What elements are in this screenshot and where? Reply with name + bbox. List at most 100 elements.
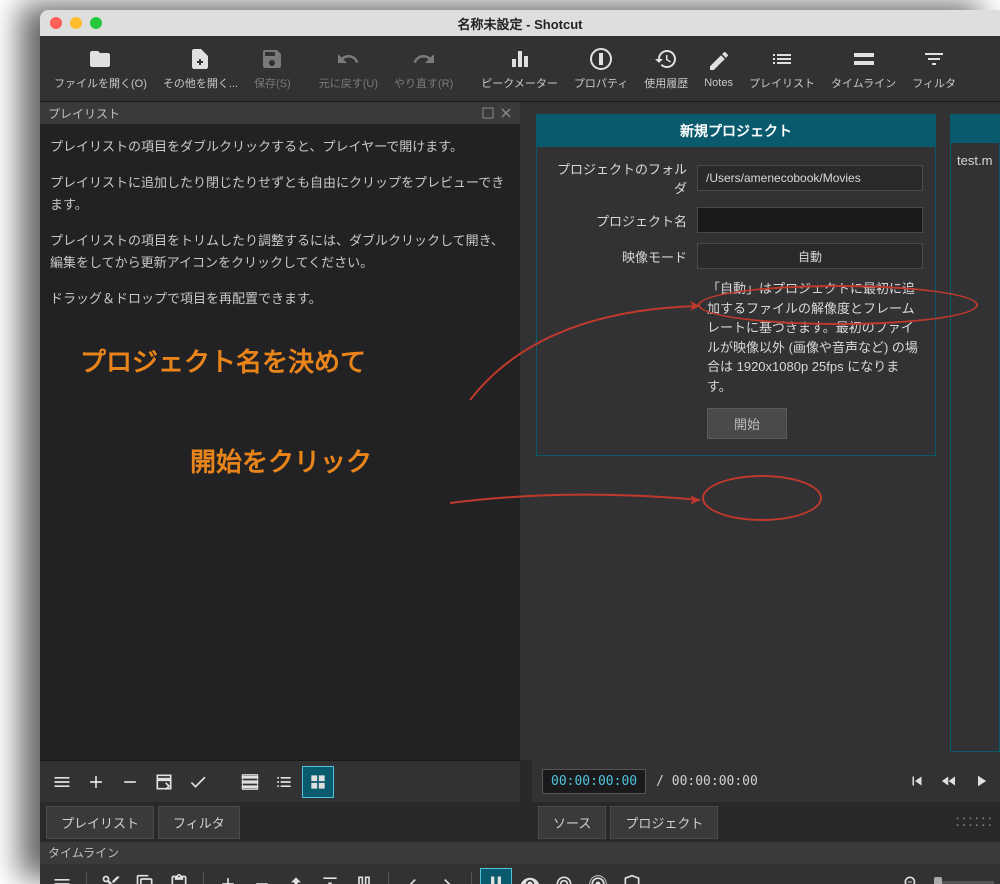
scrub-button[interactable] [514, 868, 546, 884]
annotation-text: プロジェクト名を決めて [80, 340, 366, 384]
toolbar-label: タイムライン [831, 75, 896, 91]
peak-meter-button[interactable]: ピークメーター [473, 43, 566, 95]
redo-button[interactable]: やり直す(R) [386, 43, 461, 95]
history-button[interactable]: 使用履歴 [636, 43, 696, 95]
skip-start-icon[interactable] [908, 772, 926, 790]
toolbar-label: Notes [704, 77, 733, 89]
view-list-button[interactable] [268, 766, 300, 798]
lift-button[interactable] [280, 868, 312, 884]
ripple-button[interactable] [548, 868, 580, 884]
window-title: 名称未設定 - Shotcut [458, 14, 583, 33]
annotation-ellipse [698, 285, 978, 325]
folder-open-icon [88, 47, 112, 71]
paste-button[interactable] [163, 868, 195, 884]
next-marker-button[interactable] [431, 868, 463, 884]
recent-panel: test.m [950, 114, 1000, 752]
magnet-icon [486, 874, 506, 884]
open-file-button[interactable]: ファイルを開く(O) [46, 43, 155, 95]
cut-button[interactable] [95, 868, 127, 884]
app-window: 名称未設定 - Shotcut ファイルを開く(O) その他を開く... 保存(… [40, 10, 1000, 884]
close-window-button[interactable] [50, 17, 62, 29]
history-icon [654, 47, 678, 71]
split-button[interactable] [348, 868, 380, 884]
rewind-icon[interactable] [940, 772, 958, 790]
ripple-all-button[interactable] [582, 868, 614, 884]
timecode-input[interactable]: 00:00:00:00 [542, 769, 646, 794]
eye-icon [520, 874, 540, 884]
snap-button[interactable] [480, 868, 512, 884]
video-mode-dropdown[interactable]: 自動 [697, 243, 923, 269]
annotation-arrow [460, 300, 710, 420]
playlist-button[interactable]: プレイリスト [741, 43, 823, 95]
tab-playlist[interactable]: プレイリスト [46, 806, 154, 839]
tab-project[interactable]: プロジェクト [610, 806, 718, 839]
zoom-out-button[interactable] [896, 868, 928, 884]
toolbar-label: ファイルを開く(O) [54, 75, 147, 91]
drag-handle-icon[interactable]: :::::: [955, 813, 994, 831]
playlist-toolbar [40, 760, 520, 802]
timeline-button[interactable]: タイムライン [823, 43, 904, 95]
plus-icon [86, 772, 106, 792]
undo-button[interactable]: 元に戻す(U) [311, 43, 386, 95]
titlebar: 名称未設定 - Shotcut [40, 10, 1000, 36]
view-grid-button[interactable] [302, 766, 334, 798]
notes-button[interactable]: Notes [696, 45, 741, 93]
timecode-total: / 00:00:00:00 [656, 774, 758, 789]
playlist-add-button[interactable] [80, 766, 112, 798]
save-button[interactable]: 保存(S) [246, 43, 299, 95]
properties-button[interactable]: プロパティ [566, 43, 636, 95]
minimize-window-button[interactable] [70, 17, 82, 29]
copy-button[interactable] [129, 868, 161, 884]
playlist-update-button[interactable] [148, 766, 180, 798]
overwrite-button[interactable] [314, 868, 346, 884]
play-icon[interactable] [972, 772, 990, 790]
ripple-all-icon [588, 874, 608, 884]
tab-source[interactable]: ソース [538, 806, 606, 839]
project-name-input[interactable] [697, 207, 923, 233]
maximize-window-button[interactable] [90, 17, 102, 29]
playlist-check-button[interactable] [182, 766, 214, 798]
scissors-icon [101, 874, 121, 884]
timeline-menu-button[interactable] [46, 868, 78, 884]
view-detail-icon [240, 772, 260, 792]
panel-title: プレイリスト [48, 105, 120, 122]
undock-icon[interactable] [482, 107, 494, 119]
new-project-area: 新規プロジェクト プロジェクトのフォルダ /Users/amenecobook/… [520, 102, 944, 760]
help-text: ドラッグ＆ドロップで項目を再配置できます。 [50, 288, 510, 310]
prev-marker-button[interactable] [397, 868, 429, 884]
toolbar-label: ピークメーター [481, 75, 558, 91]
project-name-label: プロジェクト名 [549, 211, 697, 230]
zoom-out-icon [902, 874, 922, 884]
left-tabs: プレイリスト フィルタ [40, 802, 520, 842]
ripple-markers-button[interactable] [616, 868, 648, 884]
timeline-panel-header: タイムライン [40, 842, 1000, 864]
timeline-icon [852, 47, 876, 71]
playlist-panel-header: プレイリスト [40, 102, 520, 124]
open-other-button[interactable]: その他を開く... [155, 43, 246, 95]
new-project-title: 新規プロジェクト [537, 115, 935, 147]
append-button[interactable] [212, 868, 244, 884]
playlist-menu-button[interactable] [46, 766, 78, 798]
filter-button[interactable]: フィルタ [904, 43, 964, 95]
overwrite-icon [320, 874, 340, 884]
undo-icon [336, 47, 360, 71]
start-button[interactable]: 開始 [707, 408, 787, 439]
list-icon [770, 47, 794, 71]
folder-dropdown[interactable]: /Users/amenecobook/Movies [697, 165, 923, 191]
toolbar-label: やり直す(R) [394, 75, 453, 91]
chevron-left-icon [403, 874, 423, 884]
toolbar-label: 元に戻す(U) [319, 75, 378, 91]
info-icon [589, 47, 613, 71]
recent-item[interactable]: test.m [957, 153, 993, 168]
tab-filter[interactable]: フィルタ [158, 806, 240, 839]
file-plus-icon [188, 47, 212, 71]
playlist-remove-button[interactable] [114, 766, 146, 798]
folder-label: プロジェクトのフォルダ [549, 159, 697, 197]
annotation-text: 開始をクリック [190, 440, 372, 484]
redo-icon [412, 47, 436, 71]
toolbar-label: 保存(S) [254, 75, 291, 91]
main-toolbar: ファイルを開く(O) その他を開く... 保存(S) 元に戻す(U) やり直す(… [40, 36, 1000, 102]
ripple-delete-button[interactable] [246, 868, 278, 884]
close-panel-icon[interactable] [500, 107, 512, 119]
view-details-button[interactable] [234, 766, 266, 798]
